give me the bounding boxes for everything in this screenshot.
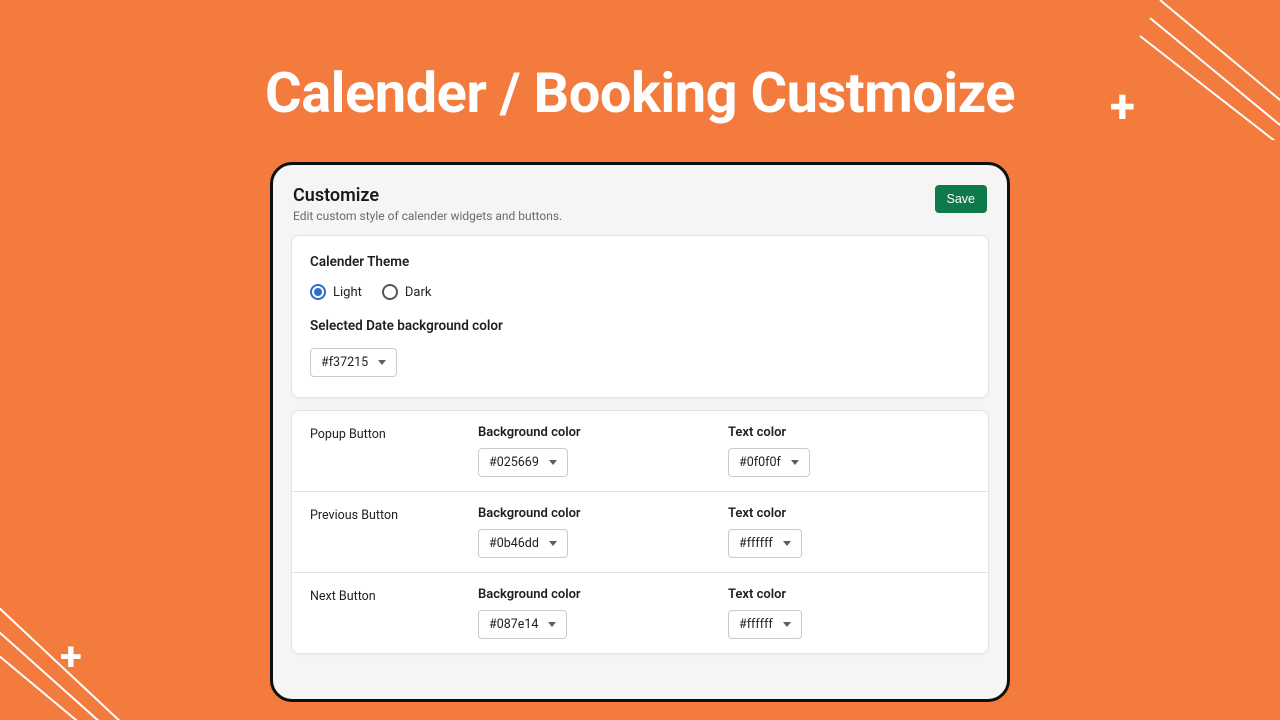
previous-button-section: Previous Button Background color #0b46dd… [292, 491, 988, 572]
text-color-field: Text color #0f0f0f [728, 425, 970, 477]
buttons-card: Popup Button Background color #025669 Te… [291, 410, 989, 654]
theme-radio-dark[interactable]: Dark [382, 284, 432, 300]
field-label: Text color [728, 506, 786, 521]
plus-icon: + [1110, 80, 1135, 134]
bg-color-field: Background color #0b46dd [478, 506, 720, 558]
color-value: #0b46dd [489, 536, 539, 551]
panel-header: Customize Edit custom style of calender … [291, 181, 989, 235]
color-value: #ffffff [739, 617, 773, 632]
color-value: #0f0f0f [739, 455, 781, 470]
calendar-theme-label: Calender Theme [310, 254, 970, 270]
field-label: Background color [478, 587, 581, 602]
button-section-title: Previous Button [310, 506, 470, 523]
popup-button-section: Popup Button Background color #025669 Te… [292, 411, 988, 491]
next-bg-color-dropdown[interactable]: #087e14 [478, 610, 567, 639]
selected-date-bg-label: Selected Date background color [310, 318, 970, 334]
radio-dot-icon [382, 284, 398, 300]
field-label: Background color [478, 425, 581, 440]
hero-title: Calender / Booking Custmoize [265, 60, 1015, 126]
color-value: #087e14 [489, 617, 538, 632]
button-section-title: Popup Button [310, 425, 470, 442]
radio-label: Dark [405, 285, 432, 300]
theme-card: Calender Theme Light Dark Selected Date … [291, 235, 989, 398]
panel-subtitle: Edit custom style of calender widgets an… [293, 209, 562, 223]
popup-bg-color-dropdown[interactable]: #025669 [478, 448, 568, 477]
next-button-section: Next Button Background color #087e14 Tex… [292, 572, 988, 653]
chevron-down-icon [783, 622, 791, 627]
chevron-down-icon [783, 541, 791, 546]
panel-title: Customize [293, 185, 562, 206]
radio-label: Light [333, 285, 362, 300]
panel-heading-group: Customize Edit custom style of calender … [293, 185, 562, 223]
color-value: #ffffff [739, 536, 773, 551]
deco-lines-bottom [0, 560, 180, 720]
field-label: Background color [478, 506, 581, 521]
field-label: Text color [728, 587, 786, 602]
chevron-down-icon [548, 622, 556, 627]
chevron-down-icon [549, 541, 557, 546]
popup-text-color-dropdown[interactable]: #0f0f0f [728, 448, 810, 477]
field-label: Text color [728, 425, 786, 440]
save-button[interactable]: Save [935, 185, 988, 213]
text-color-field: Text color #ffffff [728, 587, 970, 639]
app-frame: Customize Edit custom style of calender … [270, 162, 1010, 702]
chevron-down-icon [549, 460, 557, 465]
theme-radio-group: Light Dark [310, 284, 970, 300]
button-section-title: Next Button [310, 587, 470, 604]
bg-color-field: Background color #087e14 [478, 587, 720, 639]
theme-radio-light[interactable]: Light [310, 284, 362, 300]
color-value: #025669 [489, 455, 539, 470]
text-color-field: Text color #ffffff [728, 506, 970, 558]
previous-bg-color-dropdown[interactable]: #0b46dd [478, 529, 568, 558]
bg-color-field: Background color #025669 [478, 425, 720, 477]
selected-date-color-dropdown[interactable]: #f37215 [310, 348, 397, 377]
previous-text-color-dropdown[interactable]: #ffffff [728, 529, 802, 558]
color-value: #f37215 [321, 355, 368, 370]
deco-lines-top [1120, 0, 1280, 140]
chevron-down-icon [791, 460, 799, 465]
next-text-color-dropdown[interactable]: #ffffff [728, 610, 802, 639]
chevron-down-icon [378, 360, 386, 365]
plus-icon: + [60, 633, 82, 680]
radio-dot-icon [310, 284, 326, 300]
